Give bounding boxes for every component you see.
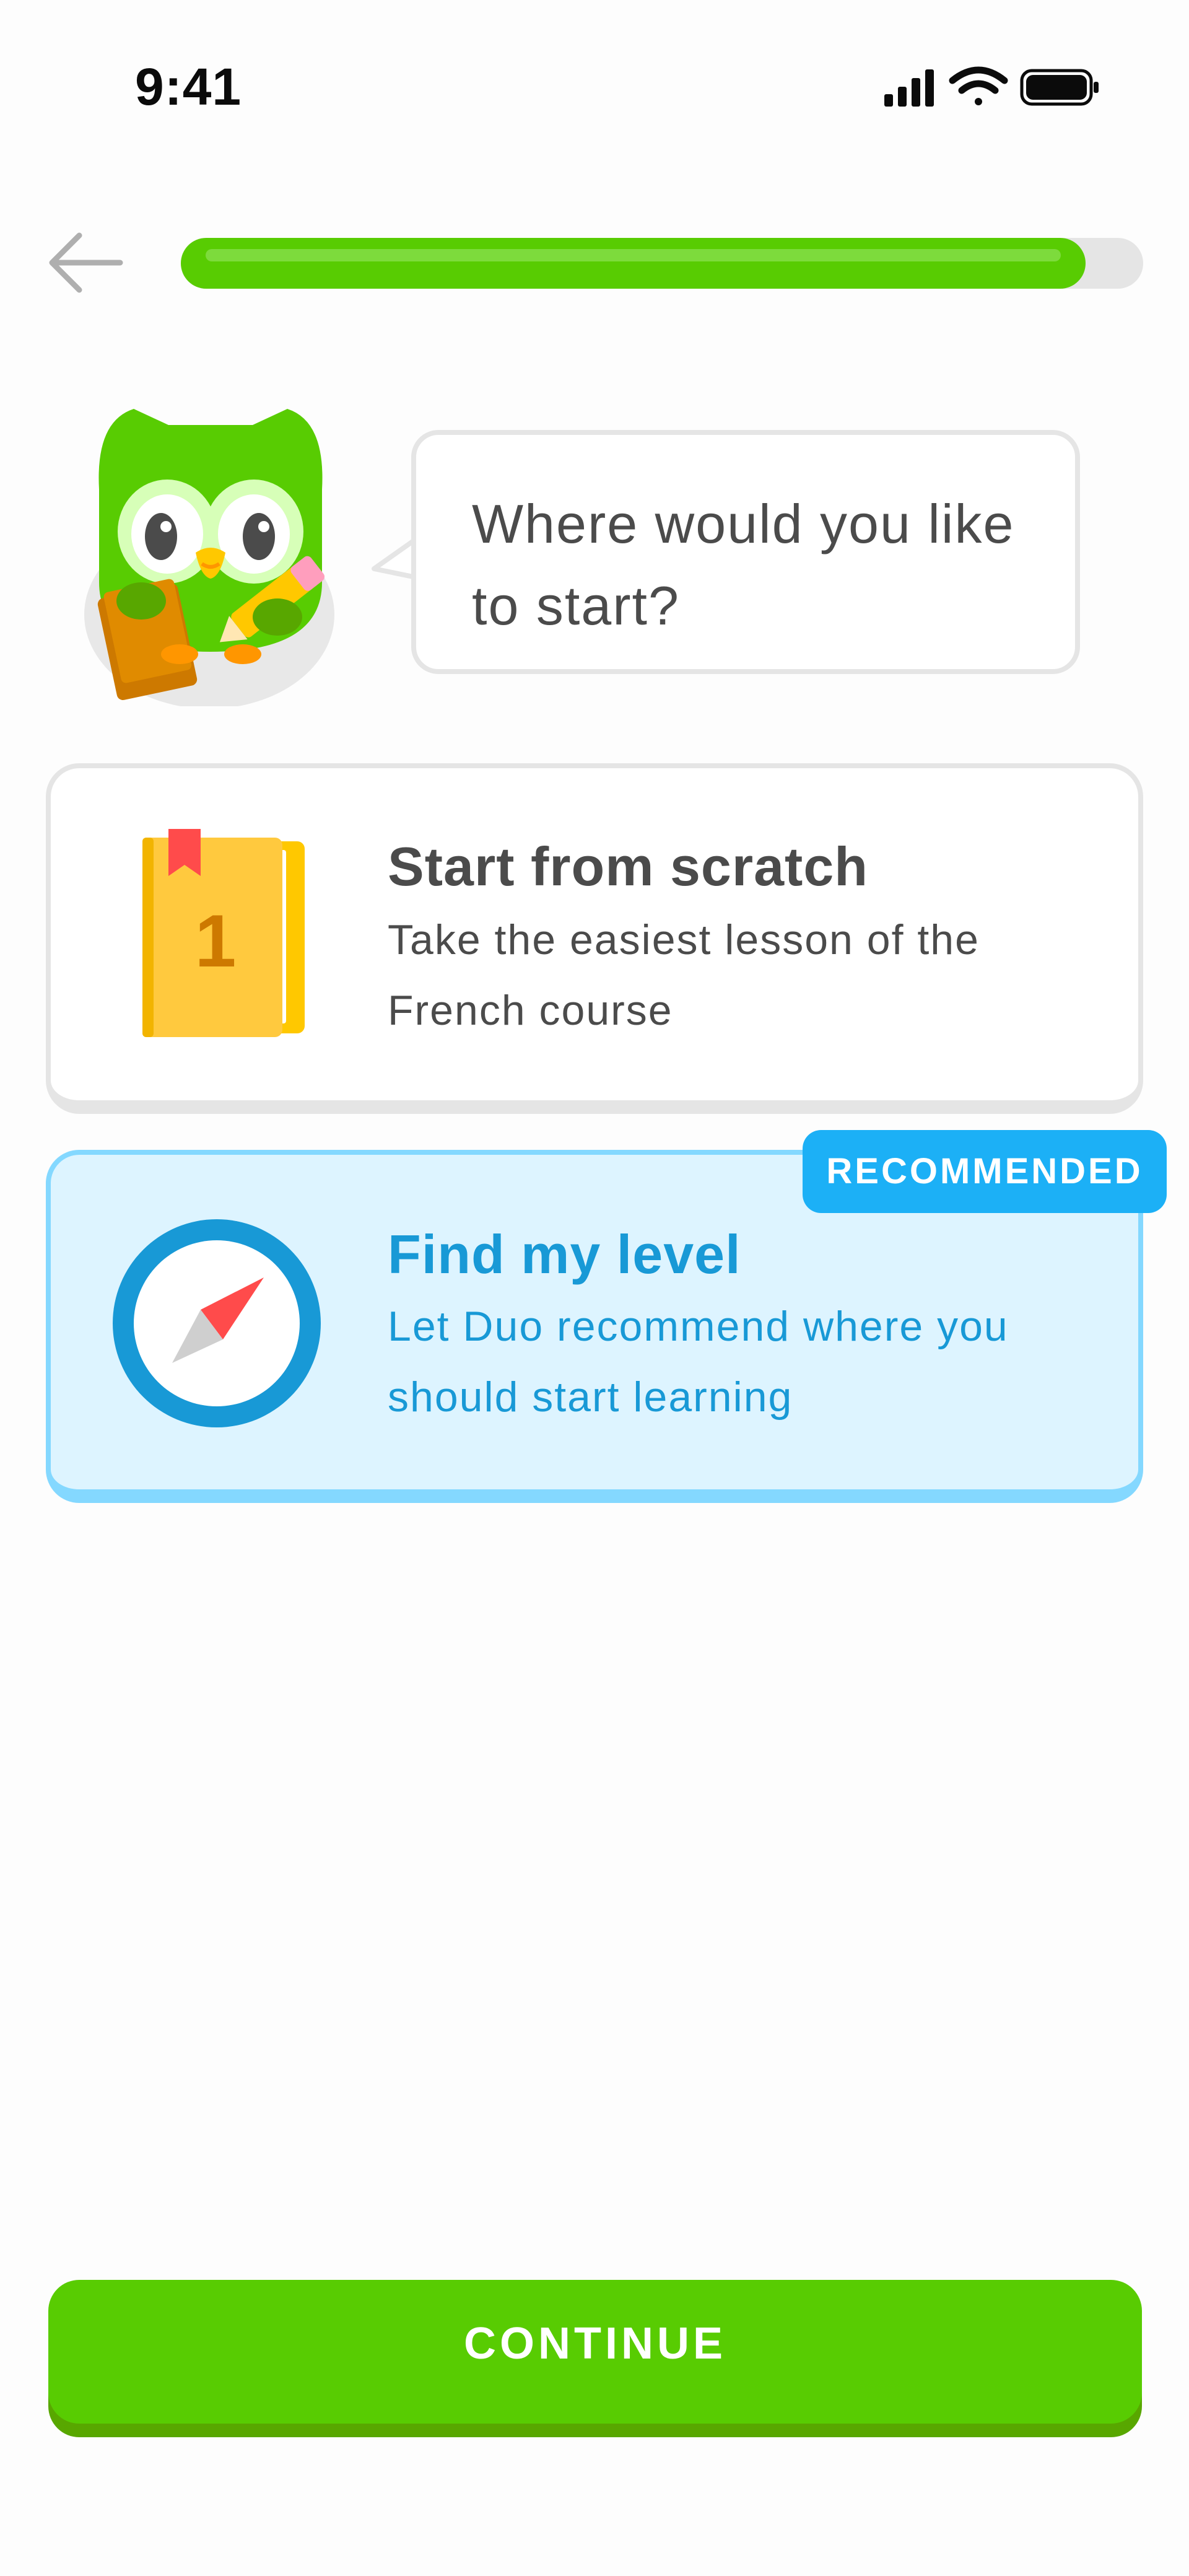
continue-label: CONTINUE	[464, 2319, 726, 2368]
back-button[interactable]	[45, 224, 125, 305]
arrow-left-icon	[49, 232, 123, 293]
wifi-icon	[949, 66, 1008, 105]
progress-shine	[206, 249, 1061, 261]
lesson-progress-bar	[181, 238, 1143, 289]
speech-bubble: Where would you like to start?	[411, 430, 1080, 674]
prompt-question: Where would you like to start?	[472, 493, 1015, 636]
recommended-badge: RECOMMENDED	[803, 1130, 1167, 1213]
battery-icon	[1020, 69, 1099, 106]
book-number: 1	[195, 900, 237, 983]
option-description: Take the easiest lesson of the French co…	[388, 916, 980, 1034]
option-title: Find my level	[388, 1224, 741, 1285]
compass-icon	[111, 1218, 322, 1429]
duo-owl-icon	[74, 396, 347, 709]
option-description: Let Duo recommend where you should start…	[388, 1303, 1009, 1421]
status-icons	[879, 62, 1102, 112]
option-title: Start from scratch	[388, 836, 869, 897]
continue-button[interactable]: CONTINUE	[48, 2280, 1142, 2424]
book-icon: 1	[131, 829, 317, 1040]
option-start-from-scratch[interactable]: 1 Start from scratch Take the easiest le…	[46, 763, 1143, 1114]
status-time: 9:41	[135, 58, 242, 116]
placement-screen: 9:41 Where would you like to start? 1 St…	[0, 0, 1189, 2576]
signal-icon	[884, 69, 934, 107]
progress-fill	[181, 238, 1086, 289]
